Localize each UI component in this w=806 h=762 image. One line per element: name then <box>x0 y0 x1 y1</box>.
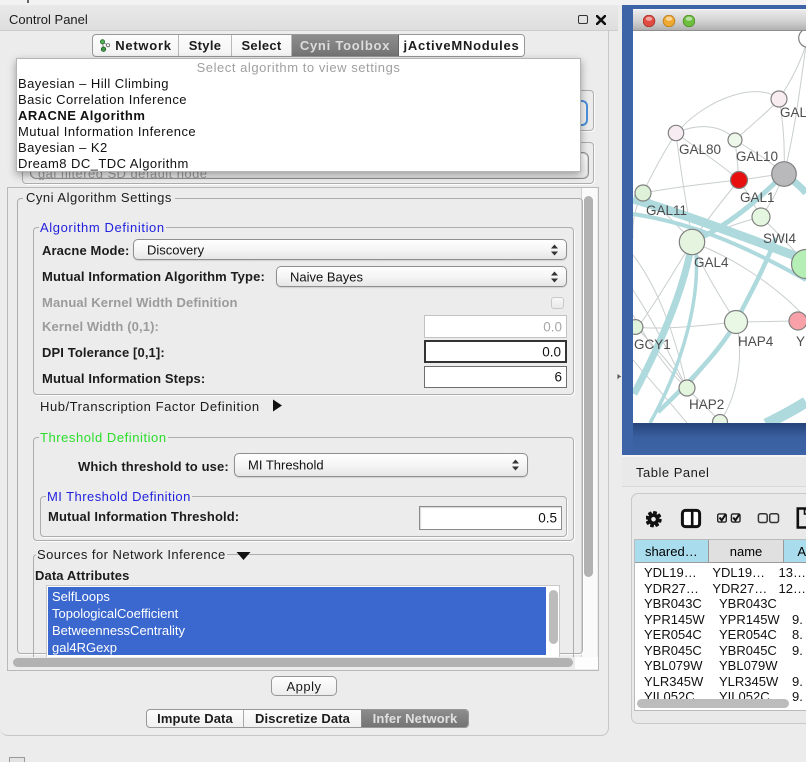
svg-text:GAL11: GAL11 <box>646 203 687 218</box>
svg-text:GAL4: GAL4 <box>694 255 729 270</box>
svg-text:SWI4: SWI4 <box>763 231 796 246</box>
svg-text:HAP2: HAP2 <box>689 397 724 412</box>
svg-text:GCY1: GCY1 <box>634 337 671 352</box>
svg-text:GAL10: GAL10 <box>736 149 778 164</box>
svg-text:GAL80: GAL80 <box>679 142 721 157</box>
svg-text:GAL: GAL <box>780 105 806 120</box>
svg-text:HAP4: HAP4 <box>738 334 774 349</box>
svg-text:GAL1: GAL1 <box>740 190 775 205</box>
svg-text:Y: Y <box>796 334 805 349</box>
